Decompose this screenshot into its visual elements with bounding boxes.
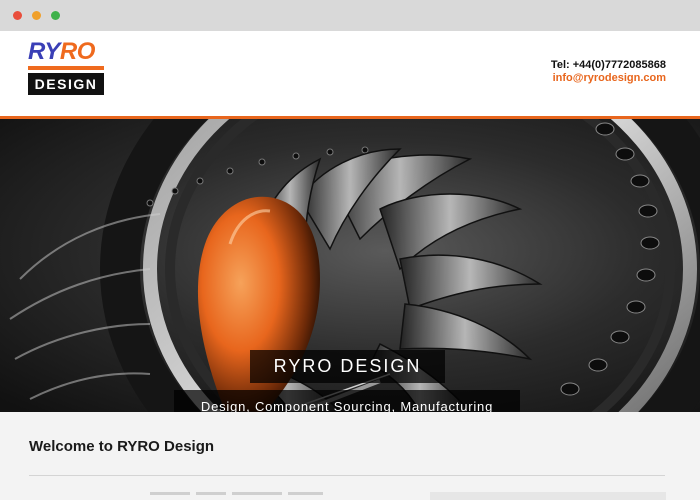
content-image-preview bbox=[430, 492, 666, 500]
hero-subtitle: Design, Component Sourcing, Manufacturin… bbox=[174, 390, 520, 412]
logo-wordmark: RYRO bbox=[28, 40, 104, 64]
logo-design-label: DESIGN bbox=[28, 73, 104, 95]
section-divider bbox=[29, 475, 665, 476]
maximize-window-button[interactable] bbox=[51, 11, 60, 20]
hero-banner: RYRO DESIGN Design, Component Sourcing, … bbox=[0, 119, 700, 412]
logo-wordmark-part-ro: RO bbox=[59, 38, 96, 65]
contact-info: Tel: +44(0)7772085868 info@ryrodesign.co… bbox=[551, 59, 666, 85]
browser-toolbar bbox=[0, 0, 700, 31]
logo-wordmark-part-ry: RY bbox=[28, 38, 60, 65]
hero-title: RYRO DESIGN bbox=[250, 350, 445, 383]
logo-accent-bar bbox=[28, 66, 104, 70]
site-logo[interactable]: RYRO DESIGN bbox=[28, 40, 104, 96]
minimize-window-button[interactable] bbox=[32, 11, 41, 20]
intro-text-preview bbox=[150, 492, 350, 500]
welcome-heading: Welcome to RYRO Design bbox=[29, 438, 215, 455]
close-window-button[interactable] bbox=[13, 11, 22, 20]
phone-number[interactable]: Tel: +44(0)7772085868 bbox=[551, 59, 666, 72]
site-header: RYRO DESIGN Tel: +44(0)7772085868 info@r… bbox=[0, 31, 700, 116]
email-link[interactable]: info@ryrodesign.com bbox=[551, 72, 666, 85]
